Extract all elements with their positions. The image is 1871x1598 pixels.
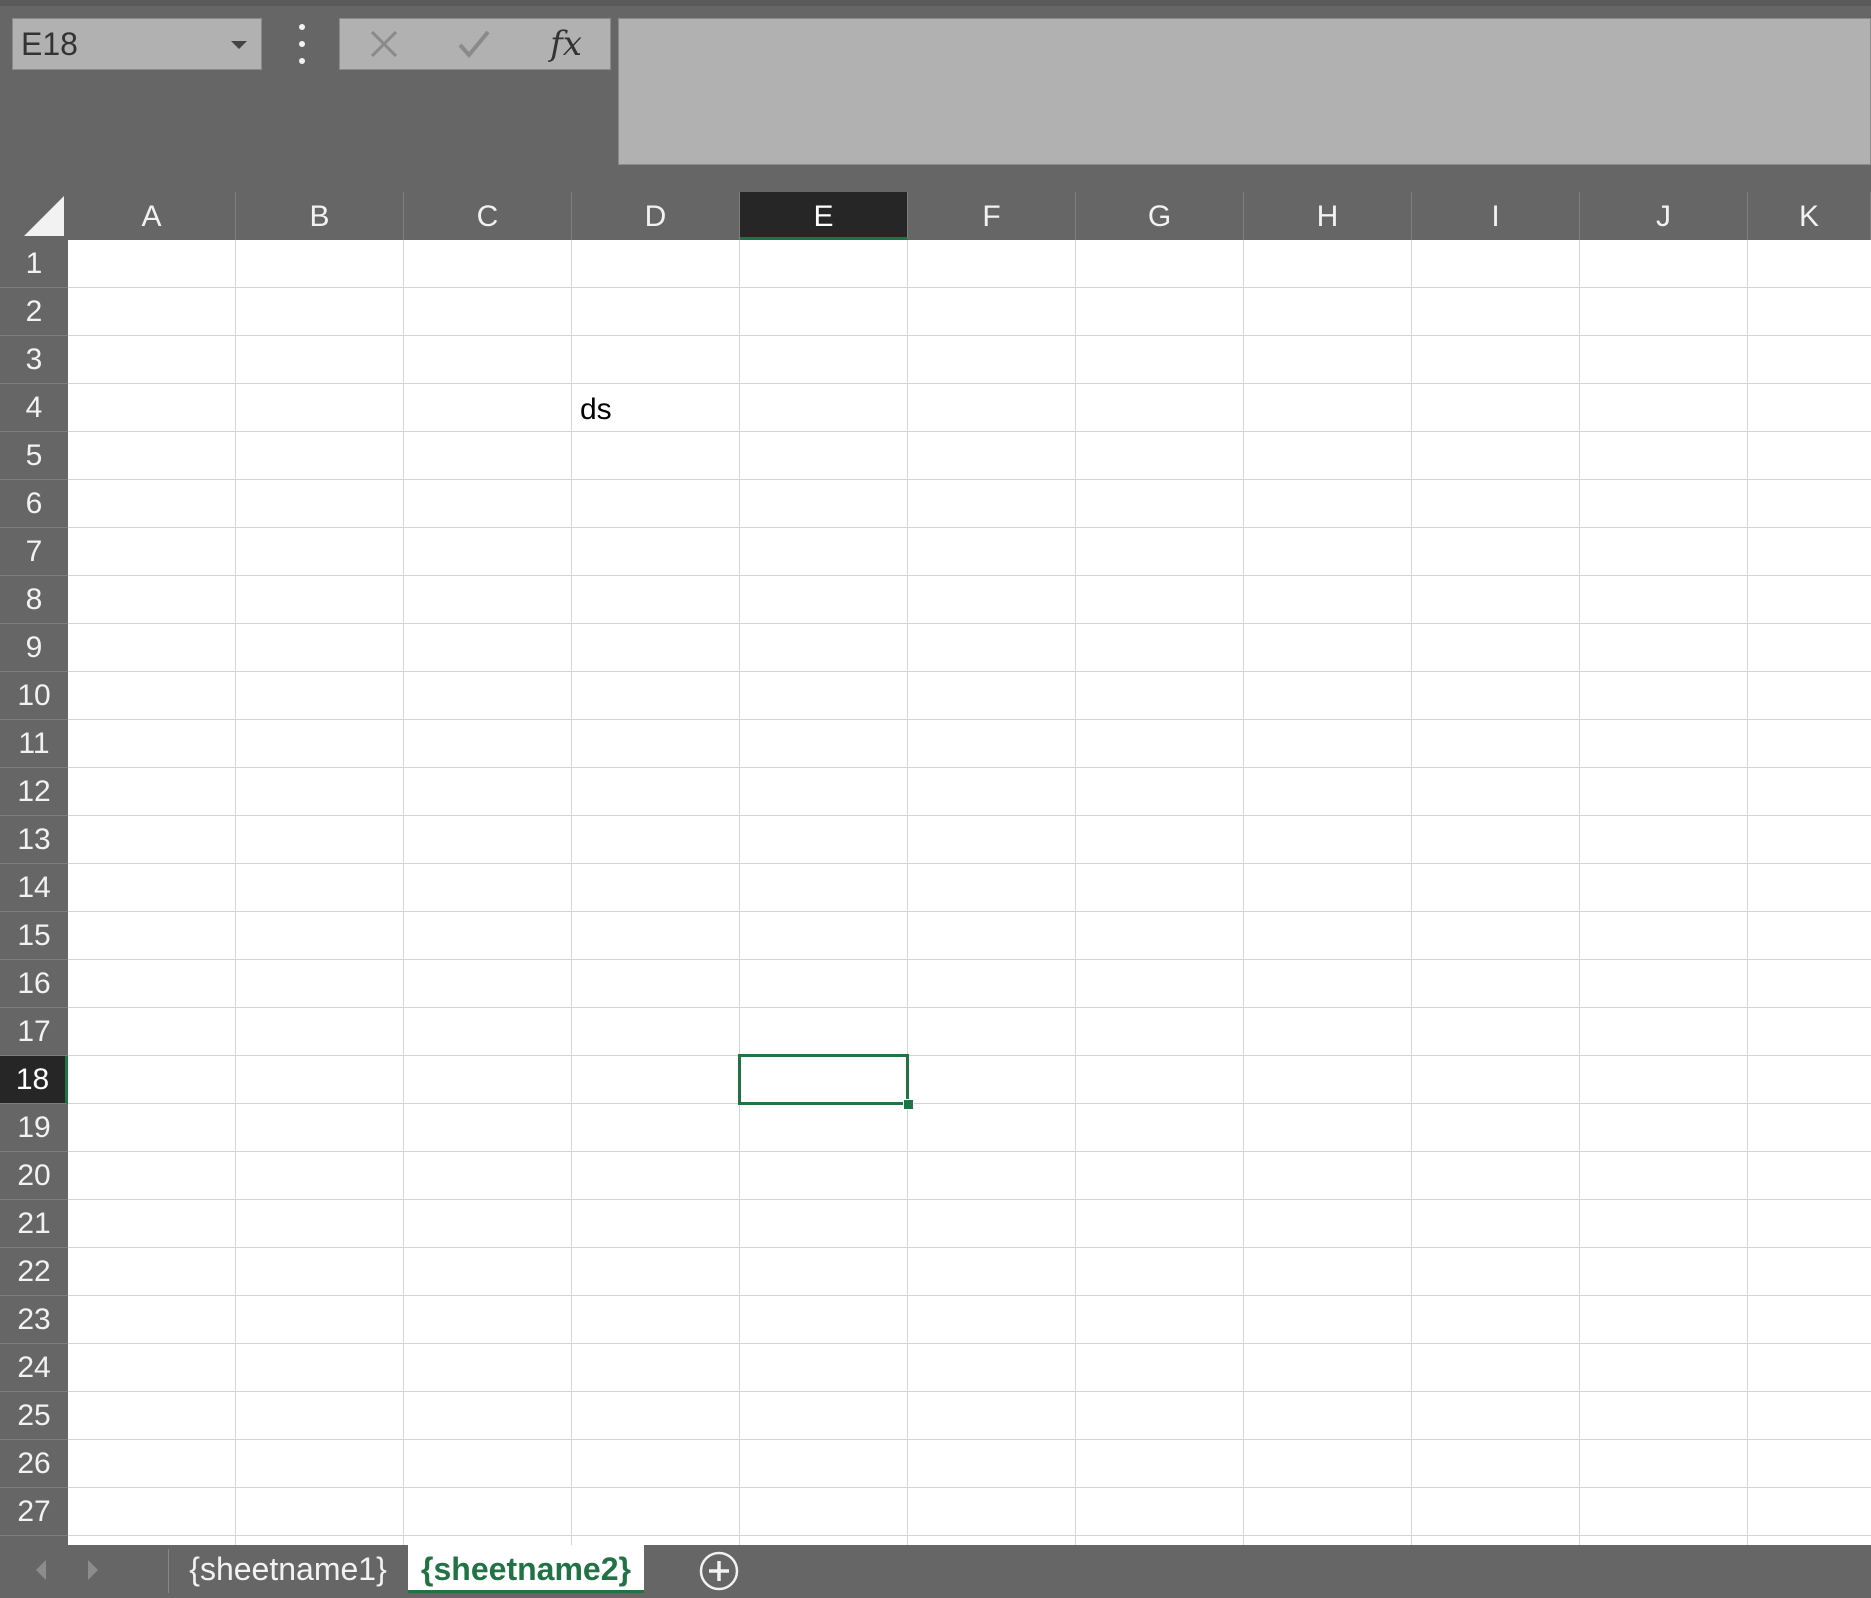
cell-d4[interactable]: ds: [580, 384, 612, 432]
row-gridline: [68, 1487, 1871, 1488]
column-gridline: [1243, 240, 1244, 1545]
top-strip: [0, 0, 1871, 6]
row-header-7[interactable]: 7: [0, 528, 68, 576]
row-header-3[interactable]: 3: [0, 336, 68, 384]
row-header-14[interactable]: 14: [0, 864, 68, 912]
column-header-i[interactable]: I: [1412, 192, 1580, 240]
row-header-5[interactable]: 5: [0, 432, 68, 480]
active-cell[interactable]: [738, 1054, 909, 1105]
insert-function-button[interactable]: fx: [536, 19, 596, 69]
row-header-15[interactable]: 15: [0, 912, 68, 960]
more-options-icon[interactable]: [292, 24, 312, 64]
chevron-left-icon[interactable]: [36, 1560, 46, 1580]
sheet-tab-bar: {sheetname1} {sheetname2}: [0, 1545, 1871, 1598]
column-gridline: [1075, 240, 1076, 1545]
row-gridline: [68, 623, 1871, 624]
column-header-h[interactable]: H: [1244, 192, 1412, 240]
row-gridline: [68, 383, 1871, 384]
row-header-19[interactable]: 19: [0, 1104, 68, 1152]
column-gridline: [1411, 240, 1412, 1545]
row-header-12[interactable]: 12: [0, 768, 68, 816]
row-header-2[interactable]: 2: [0, 288, 68, 336]
row-header-13[interactable]: 13: [0, 816, 68, 864]
sheet-tab-2[interactable]: {sheetname2}: [408, 1545, 644, 1593]
row-gridline: [68, 1295, 1871, 1296]
row-header-11[interactable]: 11: [0, 720, 68, 768]
row-gridline: [68, 719, 1871, 720]
row-header-23[interactable]: 23: [0, 1296, 68, 1344]
formula-buttons: fx: [339, 18, 611, 70]
row-gridline: [68, 671, 1871, 672]
row-gridline: [68, 1439, 1871, 1440]
row-gridline: [68, 335, 1871, 336]
row-gridline: [68, 1199, 1871, 1200]
row-header-10[interactable]: 10: [0, 672, 68, 720]
name-box-value: E18: [21, 26, 78, 62]
row-gridline: [68, 1103, 1871, 1104]
column-header-d[interactable]: D: [572, 192, 740, 240]
row-header-20[interactable]: 20: [0, 1152, 68, 1200]
tab-divider: [168, 1549, 169, 1593]
checkmark-icon[interactable]: [444, 19, 504, 69]
column-header-j[interactable]: J: [1580, 192, 1748, 240]
chevron-down-icon[interactable]: [231, 41, 247, 49]
chevron-right-icon[interactable]: [88, 1560, 98, 1580]
row-gridline: [68, 767, 1871, 768]
column-gridline: [1579, 240, 1580, 1545]
column-gridline: [1747, 240, 1748, 1545]
select-all-button[interactable]: [0, 192, 68, 240]
row-header-21[interactable]: 21: [0, 1200, 68, 1248]
row-gridline: [68, 527, 1871, 528]
row-gridline: [68, 287, 1871, 288]
row-header-9[interactable]: 9: [0, 624, 68, 672]
row-gridline: [68, 1151, 1871, 1152]
row-gridline: [68, 815, 1871, 816]
column-gridline: [235, 240, 236, 1545]
add-sheet-icon[interactable]: [699, 1551, 739, 1591]
column-header-f[interactable]: F: [908, 192, 1076, 240]
column-header-a[interactable]: A: [68, 192, 236, 240]
row-gridline: [68, 431, 1871, 432]
row-header-18[interactable]: 18: [0, 1056, 68, 1104]
row-header-22[interactable]: 22: [0, 1248, 68, 1296]
row-gridline: [68, 1391, 1871, 1392]
row-header-17[interactable]: 17: [0, 1008, 68, 1056]
sheet-tab-1[interactable]: {sheetname1}: [174, 1545, 402, 1593]
column-header-c[interactable]: C: [404, 192, 572, 240]
row-header-24[interactable]: 24: [0, 1344, 68, 1392]
row-gridline: [68, 1535, 1871, 1536]
row-gridline: [68, 959, 1871, 960]
column-gridline: [403, 240, 404, 1545]
worksheet-grid[interactable]: ds: [68, 240, 1871, 1545]
column-gridline: [907, 240, 908, 1545]
row-header-1[interactable]: 1: [0, 240, 68, 288]
row-gridline: [68, 1055, 1871, 1056]
column-header-g[interactable]: G: [1076, 192, 1244, 240]
column-gridline: [739, 240, 740, 1545]
row-gridline: [68, 1343, 1871, 1344]
row-header-27[interactable]: 27: [0, 1488, 68, 1536]
column-header-k[interactable]: K: [1748, 192, 1871, 240]
close-icon[interactable]: [354, 19, 414, 69]
row-gridline: [68, 1247, 1871, 1248]
column-header-b[interactable]: B: [236, 192, 404, 240]
fill-handle[interactable]: [903, 1099, 914, 1110]
row-gridline: [68, 911, 1871, 912]
row-header-6[interactable]: 6: [0, 480, 68, 528]
row-gridline: [68, 575, 1871, 576]
row-gridline: [68, 479, 1871, 480]
row-header-26[interactable]: 26: [0, 1440, 68, 1488]
row-header-16[interactable]: 16: [0, 960, 68, 1008]
formula-bar-area: E18 fx: [0, 0, 1871, 192]
row-gridline: [68, 1007, 1871, 1008]
formula-input[interactable]: [618, 18, 1871, 165]
row-header-25[interactable]: 25: [0, 1392, 68, 1440]
row-header-4[interactable]: 4: [0, 384, 68, 432]
column-gridline: [571, 240, 572, 1545]
row-header-8[interactable]: 8: [0, 576, 68, 624]
column-header-e[interactable]: E: [740, 192, 908, 240]
name-box[interactable]: E18: [12, 18, 262, 70]
row-gridline: [68, 863, 1871, 864]
